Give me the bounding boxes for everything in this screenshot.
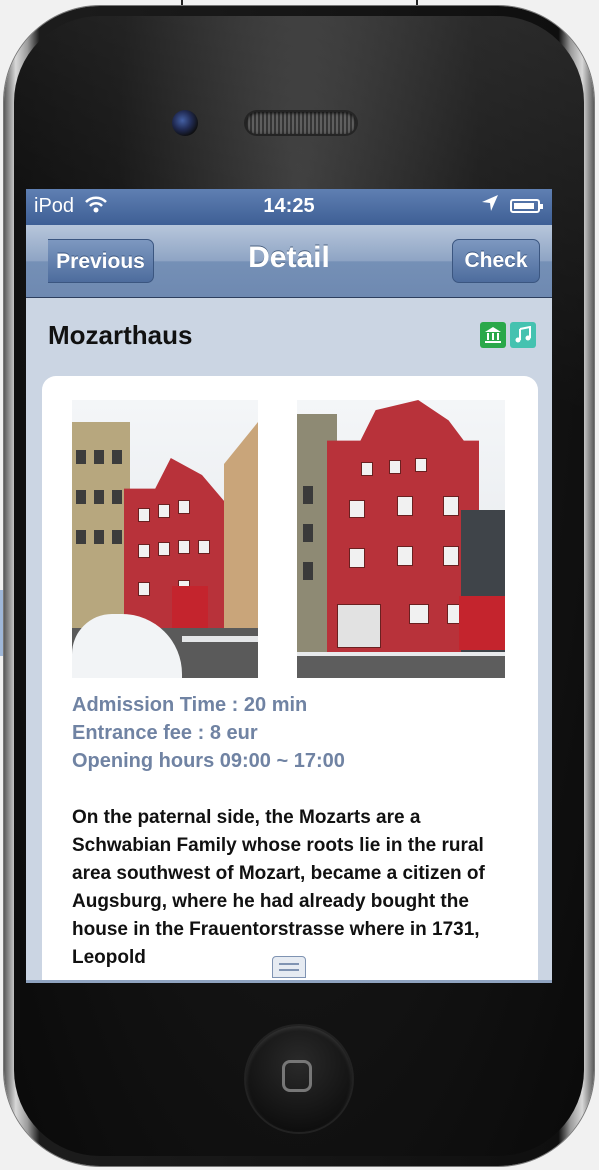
bottom-divider (26, 980, 552, 983)
drawer-handle-icon[interactable] (272, 956, 306, 978)
place-photo[interactable] (297, 400, 505, 678)
music-note-icon (510, 322, 536, 348)
status-bar: iPod 14:25 (26, 189, 552, 225)
entrance-fee: Entrance fee : 8 eur (72, 722, 258, 744)
opening-hours: Opening hours 09:00 ~ 17:00 (72, 750, 345, 772)
check-button[interactable]: Check (452, 239, 540, 283)
device-screen: iPod 14:25 Previous Detail Check Mozarth… (26, 189, 552, 983)
earpiece-speaker (246, 112, 356, 134)
navigation-bar: Previous Detail Check (26, 225, 552, 298)
detail-card: Admission Time : 20 min Entrance fee : 8… (42, 376, 538, 983)
home-button[interactable] (246, 1026, 352, 1132)
admission-time: Admission Time : 20 min (72, 694, 308, 716)
museum-icon (480, 322, 506, 348)
front-camera (172, 110, 198, 136)
battery-charging-icon (510, 199, 543, 213)
location-arrow-icon (480, 193, 500, 219)
place-title: Mozarthaus (48, 320, 193, 350)
device-frame: iPod 14:25 Previous Detail Check Mozarth… (4, 6, 594, 1166)
detail-content[interactable]: Mozarthaus Admission Time: 20 min Entra… (26, 298, 552, 983)
place-photo[interactable] (72, 400, 258, 678)
place-description: On the paternal side, the Mozarts are a … (72, 807, 485, 968)
home-square-icon (282, 1060, 312, 1092)
status-time: 14:25 (263, 195, 315, 217)
